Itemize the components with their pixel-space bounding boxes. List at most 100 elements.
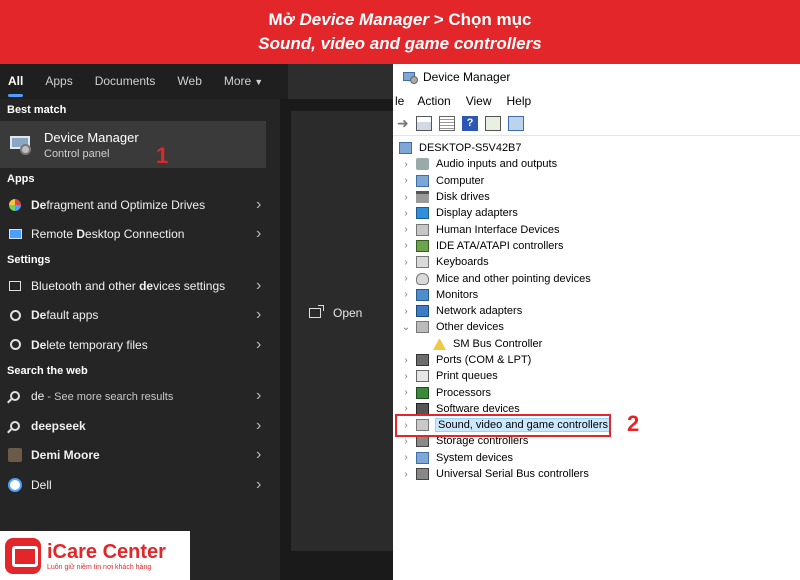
tree-node-label: System devices bbox=[436, 451, 514, 464]
web-result-deepseek[interactable]: deepseek › bbox=[0, 411, 280, 441]
web-result-deepseek-label: deepseek bbox=[31, 418, 86, 433]
tree-node-label: Disk drives bbox=[436, 191, 490, 204]
chevron-right-icon[interactable]: › bbox=[256, 417, 261, 435]
chevron-right-icon[interactable]: › bbox=[256, 476, 261, 494]
chevron-right-icon[interactable]: › bbox=[401, 257, 411, 268]
web-result-dell[interactable]: Dell › bbox=[0, 470, 280, 500]
web-result-demi-moore[interactable]: Demi Moore › bbox=[0, 441, 280, 471]
tree-node-label: Other devices bbox=[436, 321, 504, 334]
menu-help[interactable]: Help bbox=[507, 94, 532, 108]
tree-node[interactable]: › Display adapters bbox=[393, 205, 800, 221]
tree-node[interactable]: › System devices bbox=[393, 450, 800, 466]
tab-all[interactable]: All bbox=[8, 64, 24, 99]
banner-line-1: Mở Device Manager > Chọn mục bbox=[0, 8, 800, 32]
tab-documents[interactable]: Documents bbox=[95, 64, 156, 99]
logo-tagline: Luôn giữ niềm tin nơi khách hàng bbox=[47, 563, 152, 571]
chevron-right-icon[interactable]: › bbox=[401, 224, 411, 235]
chevron-right-icon[interactable]: › bbox=[401, 273, 411, 284]
chevron-right-icon[interactable]: › bbox=[401, 355, 411, 366]
menu-action[interactable]: Action bbox=[417, 94, 450, 108]
tree-node[interactable]: › Computer bbox=[393, 173, 800, 189]
printer-icon bbox=[416, 370, 429, 383]
chevron-right-icon[interactable]: › bbox=[401, 175, 411, 186]
app-remote-desktop[interactable]: Remote Desktop Connection › bbox=[0, 220, 280, 250]
chevron-right-icon[interactable]: › bbox=[256, 446, 261, 464]
chevron-right-icon[interactable]: › bbox=[256, 196, 261, 214]
best-match-label: Best match bbox=[7, 104, 67, 116]
tree-node[interactable]: › Universal Serial Bus controllers bbox=[393, 466, 800, 482]
scan-hardware-icon[interactable] bbox=[508, 116, 524, 131]
tree-node[interactable]: › Network adapters bbox=[393, 303, 800, 319]
web-result-demi-moore-label: Demi Moore bbox=[31, 448, 100, 463]
highlight-box-sound-video-game bbox=[395, 414, 611, 437]
chevron-down-icon[interactable]: ⌄ bbox=[401, 322, 411, 333]
app-defragment[interactable]: Defragment and Optimize Drives › bbox=[0, 190, 280, 220]
ide-controller-icon bbox=[416, 239, 429, 252]
chevron-right-icon[interactable]: › bbox=[401, 240, 411, 251]
tree-child-node[interactable]: SM Bus Controller bbox=[393, 336, 800, 352]
tree-node-expanded[interactable]: ⌄ Other devices bbox=[393, 319, 800, 335]
menu-view[interactable]: View bbox=[466, 94, 492, 108]
best-match-device-manager[interactable]: Device Manager Control panel bbox=[0, 121, 266, 168]
help-icon[interactable]: ? bbox=[462, 116, 478, 131]
tree-node[interactable]: › Keyboards bbox=[393, 254, 800, 270]
network-adapter-icon bbox=[416, 305, 429, 318]
apps-label: Apps bbox=[7, 173, 35, 185]
tree-node[interactable]: › Ports (COM & LPT) bbox=[393, 352, 800, 368]
chevron-right-icon[interactable]: › bbox=[401, 306, 411, 317]
tab-more[interactable]: More ▼ bbox=[224, 64, 263, 99]
menu-file[interactable]: le bbox=[395, 94, 404, 108]
chevron-right-icon[interactable]: › bbox=[401, 469, 411, 480]
setting-bluetooth-devices[interactable]: Bluetooth and other devices settings › bbox=[0, 271, 280, 301]
tree-root[interactable]: DESKTOP-S5V42B7 bbox=[393, 140, 800, 156]
chevron-right-icon[interactable]: › bbox=[256, 336, 261, 354]
chevron-right-icon[interactable]: › bbox=[401, 403, 411, 414]
properties-icon[interactable] bbox=[416, 116, 432, 131]
display-adapter-icon bbox=[416, 207, 429, 220]
tree-node[interactable]: › Processors bbox=[393, 384, 800, 400]
tree-node[interactable]: › Mice and other pointing devices bbox=[393, 270, 800, 286]
open-action[interactable]: Open bbox=[309, 305, 363, 320]
chevron-right-icon[interactable]: › bbox=[401, 371, 411, 382]
storage-controller-icon bbox=[416, 435, 429, 448]
setting-delete-temp-files[interactable]: Delete temporary files › bbox=[0, 330, 280, 360]
chevron-right-icon[interactable]: › bbox=[401, 436, 411, 447]
tree-node-label: Processors bbox=[436, 386, 492, 399]
details-icon[interactable] bbox=[439, 116, 455, 131]
tree-node[interactable]: › Disk drives bbox=[393, 189, 800, 205]
forward-arrow-icon[interactable]: ➜ bbox=[397, 116, 409, 131]
tree-node[interactable]: › IDE ATA/ATAPI controllers bbox=[393, 238, 800, 254]
chevron-right-icon[interactable]: › bbox=[256, 387, 261, 405]
web-result-de[interactable]: de - See more search results › bbox=[0, 382, 280, 412]
chevron-right-icon[interactable]: › bbox=[401, 452, 411, 463]
web-result-de-label: de - See more search results bbox=[31, 389, 174, 404]
open-action-label: Open bbox=[333, 306, 363, 320]
chevron-right-icon[interactable]: › bbox=[256, 225, 261, 243]
chevron-right-icon[interactable]: › bbox=[256, 306, 261, 324]
icare-logo-icon bbox=[5, 537, 41, 574]
tab-web[interactable]: Web bbox=[177, 64, 201, 99]
tree-node[interactable]: › Audio inputs and outputs bbox=[393, 156, 800, 172]
setting-default-apps[interactable]: Default apps › bbox=[0, 301, 280, 331]
windows-search-panel: All Apps Documents Web More ▼ Best match … bbox=[0, 64, 393, 580]
tree-node[interactable]: › Human Interface Devices bbox=[393, 221, 800, 237]
chevron-right-icon[interactable]: › bbox=[401, 192, 411, 203]
update-driver-icon[interactable] bbox=[485, 116, 501, 131]
computer-icon bbox=[399, 142, 412, 155]
avatar-icon bbox=[7, 448, 23, 463]
chevron-right-icon[interactable]: › bbox=[401, 387, 411, 398]
chevron-right-icon[interactable]: › bbox=[256, 277, 261, 295]
chevron-right-icon[interactable]: › bbox=[401, 159, 411, 170]
chevron-right-icon[interactable]: › bbox=[401, 208, 411, 219]
tree-node-label: Ports (COM & LPT) bbox=[436, 354, 532, 366]
banner-app-name: Device Manager bbox=[299, 10, 429, 29]
tree-node-label: Display adapters bbox=[436, 207, 518, 220]
tree-node[interactable]: › Monitors bbox=[393, 287, 800, 303]
app-defragment-label: Defragment and Optimize Drives bbox=[31, 197, 206, 212]
disk-drive-icon bbox=[416, 191, 429, 204]
tab-apps[interactable]: Apps bbox=[45, 64, 72, 99]
tree-node-label: Universal Serial Bus controllers bbox=[436, 468, 589, 481]
other-devices-icon bbox=[416, 321, 429, 334]
tree-node[interactable]: › Print queues bbox=[393, 368, 800, 384]
chevron-right-icon[interactable]: › bbox=[401, 289, 411, 300]
